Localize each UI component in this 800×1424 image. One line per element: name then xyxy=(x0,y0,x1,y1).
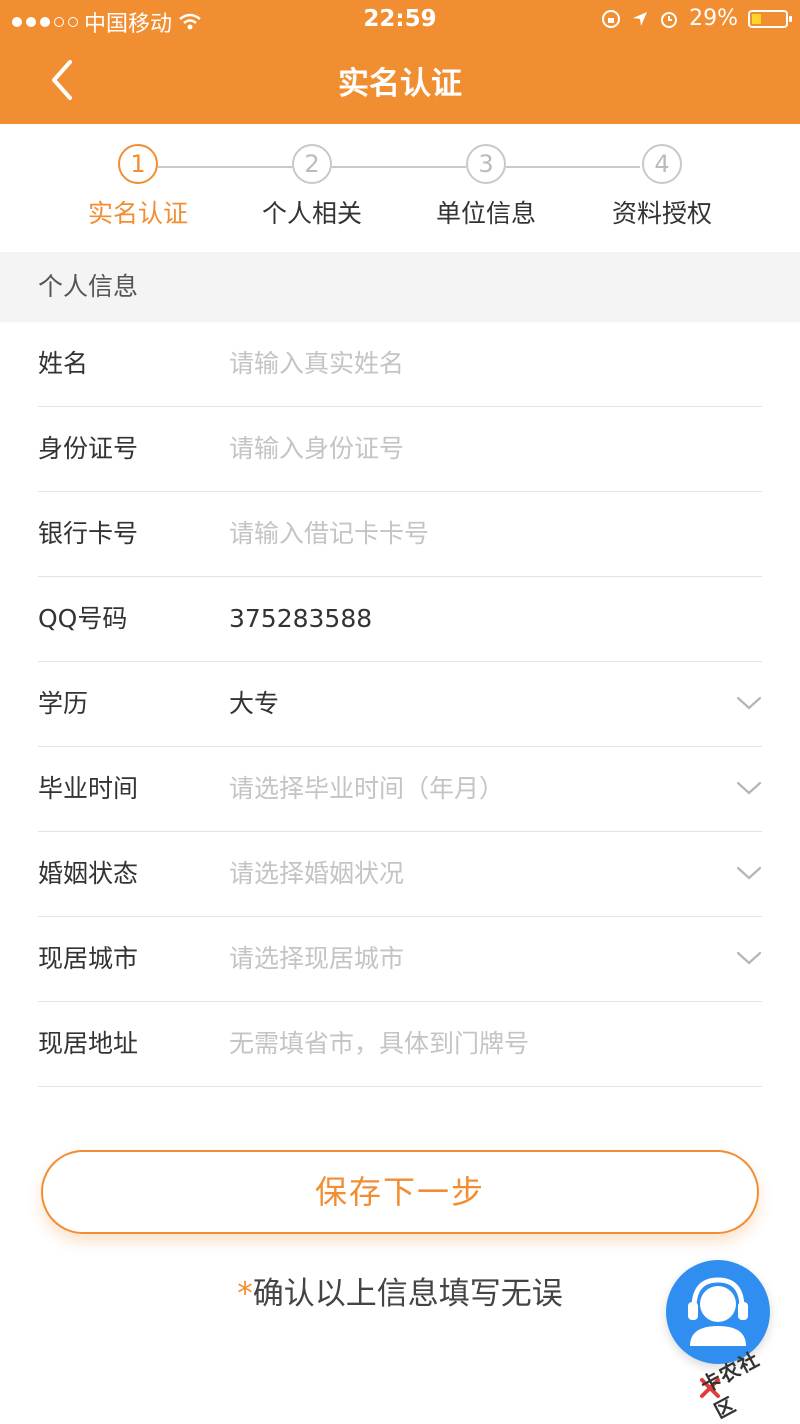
save-next-button[interactable]: 保存下一步 xyxy=(41,1150,759,1234)
name-input[interactable]: 请输入真实姓名 xyxy=(229,322,404,406)
marital-status-select[interactable]: 请选择婚姻状况 xyxy=(229,832,404,916)
rotation-lock-icon xyxy=(602,9,621,28)
graduation-time-select[interactable]: 请选择毕业时间（年月） xyxy=(229,747,504,831)
alarm-icon xyxy=(661,11,678,28)
field-label: 婚姻状态 xyxy=(38,859,139,888)
field-label: 毕业时间 xyxy=(38,774,139,803)
watermark: 卡农社区 xyxy=(697,1332,798,1423)
step-2: 2 个人相关 xyxy=(222,144,402,230)
form-row-qq[interactable]: QQ号码 375283588 xyxy=(38,577,762,662)
required-star: * xyxy=(237,1276,253,1312)
progress-steps: 1 实名认证 2 个人相关 3 单位信息 4 资料授权 xyxy=(0,124,800,252)
step-3: 3 单位信息 xyxy=(396,144,576,230)
field-label: 学历 xyxy=(38,689,89,718)
chevron-down-icon xyxy=(736,951,762,965)
education-select[interactable]: 大专 xyxy=(229,662,279,746)
chevron-down-icon xyxy=(736,781,762,795)
step-label: 资料授权 xyxy=(611,199,712,228)
id-number-input[interactable]: 请输入身份证号 xyxy=(229,407,404,491)
chevron-down-icon xyxy=(736,866,762,880)
confirm-text: 确认以上信息填写无误 xyxy=(252,1276,563,1312)
step-number: 2 xyxy=(292,144,332,184)
page-title: 实名认证 xyxy=(338,66,462,102)
personal-info-form: 姓名 请输入真实姓名 身份证号 请输入身份证号 银行卡号 请输入借记卡卡号 QQ… xyxy=(38,322,762,1087)
qq-input[interactable]: 375283588 xyxy=(229,577,372,661)
bank-card-input[interactable]: 请输入借记卡卡号 xyxy=(229,492,429,576)
field-label: 银行卡号 xyxy=(38,519,139,548)
form-row-graduation[interactable]: 毕业时间 请选择毕业时间（年月） xyxy=(38,747,762,832)
battery-percent: 29% xyxy=(689,6,738,31)
form-row-id-number[interactable]: 身份证号 请输入身份证号 xyxy=(38,407,762,492)
form-row-name[interactable]: 姓名 请输入真实姓名 xyxy=(38,322,762,407)
field-label: 现居地址 xyxy=(38,1029,139,1058)
chevron-down-icon xyxy=(736,696,762,710)
step-label: 实名认证 xyxy=(87,199,188,228)
step-number: 1 xyxy=(118,144,158,184)
form-row-education[interactable]: 学历 大专 xyxy=(38,662,762,747)
step-1: 1 实名认证 xyxy=(48,144,228,230)
section-title: 个人信息 xyxy=(0,252,800,322)
status-right: 29% xyxy=(601,6,792,31)
top-header: 中国移动 22:59 29% 实名认证 xyxy=(0,0,800,124)
status-bar: 中国移动 22:59 29% xyxy=(0,0,800,40)
field-label: 现居城市 xyxy=(38,944,139,973)
step-number: 4 xyxy=(642,144,682,184)
location-icon xyxy=(633,11,648,26)
field-label: QQ号码 xyxy=(38,604,128,633)
form-row-address[interactable]: 现居地址 无需填省市，具体到门牌号 xyxy=(38,1002,762,1087)
step-4: 4 资料授权 xyxy=(572,144,752,230)
form-row-bank-card[interactable]: 银行卡号 请输入借记卡卡号 xyxy=(38,492,762,577)
field-label: 身份证号 xyxy=(38,434,139,463)
city-select[interactable]: 请选择现居城市 xyxy=(229,917,404,1001)
step-label: 个人相关 xyxy=(261,199,362,228)
battery-icon xyxy=(748,9,792,28)
field-label: 姓名 xyxy=(38,349,89,378)
form-row-marital[interactable]: 婚姻状态 请选择婚姻状况 xyxy=(38,832,762,917)
step-number: 3 xyxy=(466,144,506,184)
watermark-text: 卡农社区 xyxy=(696,1346,764,1424)
form-row-city[interactable]: 现居城市 请选择现居城市 xyxy=(38,917,762,1002)
address-input[interactable]: 无需填省市，具体到门牌号 xyxy=(229,1002,529,1086)
step-label: 单位信息 xyxy=(435,199,536,228)
